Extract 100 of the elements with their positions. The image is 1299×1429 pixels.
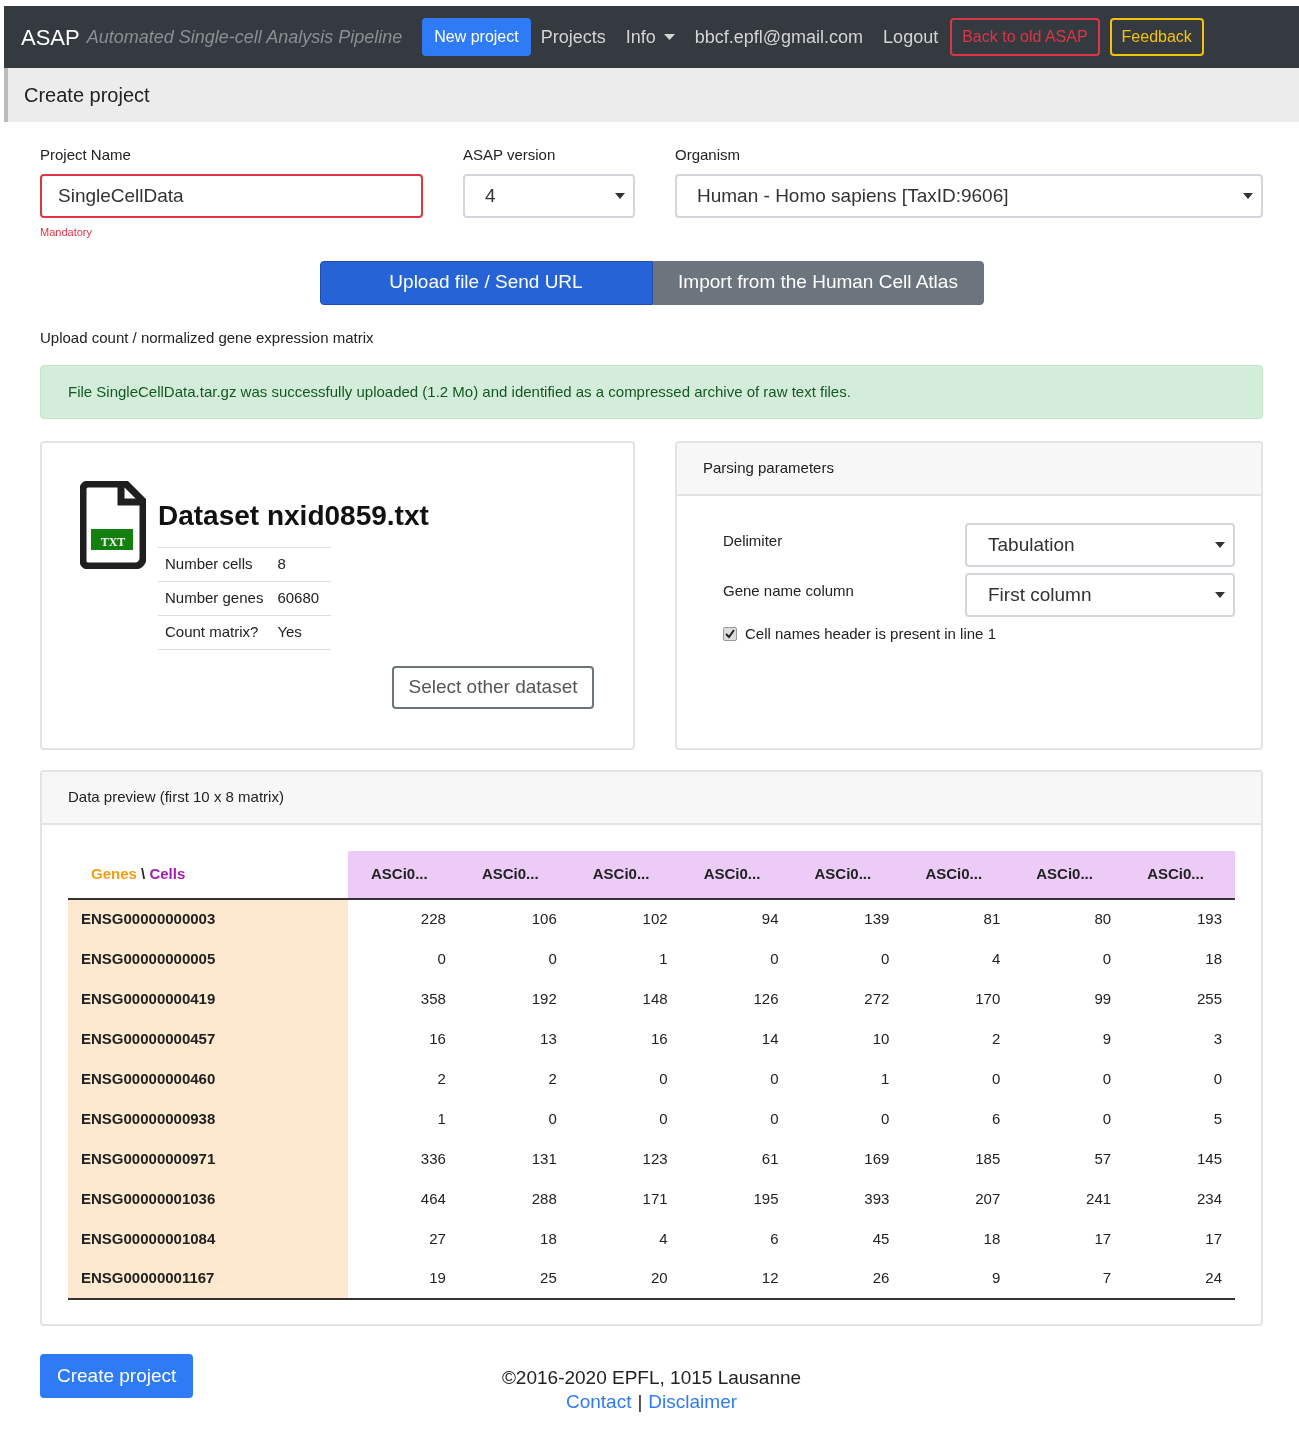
- table-cell: 336: [348, 1139, 459, 1179]
- caret-icon: [1243, 192, 1253, 200]
- column-header: ASCi0...: [902, 851, 1014, 899]
- table-cell-text: 99: [1093, 988, 1113, 1009]
- header-checkbox[interactable]: [723, 627, 737, 642]
- stat-label: Count matrix?: [158, 615, 278, 650]
- table-cell: 16: [348, 1019, 459, 1059]
- table-cell-text: 288: [530, 1188, 558, 1209]
- table-cell-text: 16: [649, 1028, 669, 1049]
- disclaimer-link[interactable]: Disclaimer: [648, 1390, 738, 1414]
- table-cell-text: 0: [547, 1108, 558, 1129]
- table-cell-text: 2: [547, 1068, 558, 1089]
- table-cell-text: 17: [1204, 1228, 1223, 1249]
- table-cell-text: 13: [539, 1028, 558, 1049]
- table-cell-text: 126: [752, 988, 780, 1009]
- table-cell: 193: [1124, 899, 1235, 939]
- param-select[interactable]: First column: [965, 573, 1235, 617]
- table-cell-text: 393: [863, 1188, 891, 1209]
- table-cell-text: 0: [769, 1068, 780, 1089]
- table-cell: 358: [348, 979, 459, 1019]
- organism-select[interactable]: Human - Homo sapiens [TaxID:9606]: [675, 174, 1263, 218]
- table-cell-text: 0: [658, 1068, 669, 1089]
- link-separator: |: [637, 1390, 643, 1414]
- project-name-field[interactable]: SingleCellData: [40, 174, 423, 218]
- source-tab[interactable]: Import from the Human Cell Atlas: [652, 260, 984, 305]
- table-cell-text: 272: [863, 988, 891, 1009]
- upload-label: Upload count / normalized gene expression matrix: [40, 327, 375, 348]
- page-title: Create project: [24, 83, 150, 108]
- table-cell-text: 0: [1101, 1108, 1113, 1129]
- table-cell-text: 18: [982, 1228, 1002, 1249]
- table-cell-text: 123: [641, 1148, 669, 1169]
- table-cell: 27: [348, 1219, 459, 1259]
- stat-value: Yes: [277, 615, 332, 650]
- check-icon: [725, 629, 735, 640]
- table-cell: 106: [458, 899, 570, 939]
- table-cell-text: 255: [1195, 988, 1223, 1009]
- column-header: ASCi0...: [791, 851, 903, 899]
- table-cell-text: 1: [658, 948, 669, 969]
- table-cell-text: 241: [1085, 1188, 1113, 1209]
- stat-value: 60680: [277, 581, 332, 616]
- gene-cell: ENSG00000000971: [68, 1139, 348, 1179]
- gene-cell: ENSG00000000460: [68, 1059, 348, 1099]
- table-cell-text: 195: [752, 1188, 780, 1209]
- table-cell-text: 0: [658, 1108, 669, 1129]
- table-cell: 0: [348, 939, 459, 979]
- table-cell: 12: [680, 1259, 792, 1299]
- create-project-button[interactable]: Create project: [40, 1354, 194, 1398]
- table-cell: 7: [1013, 1259, 1125, 1299]
- new-project-button[interactable]: New project: [422, 18, 531, 56]
- nav-link[interactable]: Projects: [530, 23, 616, 51]
- table-cell-text: 207: [974, 1188, 1002, 1209]
- table-cell-text: 192: [530, 988, 558, 1009]
- column-header: ASCi0...: [458, 851, 570, 899]
- caret-icon: [615, 192, 625, 200]
- table-cell-text: 9: [1101, 1028, 1113, 1049]
- nav-link[interactable]: Logout: [873, 23, 949, 51]
- contact-link[interactable]: Contact: [565, 1390, 632, 1414]
- feedback-button[interactable]: Feedback: [1109, 18, 1204, 56]
- separator-text: \: [141, 865, 146, 883]
- table-cell-text: 61: [760, 1148, 780, 1169]
- select-dataset-button[interactable]: Select other dataset: [392, 666, 594, 709]
- table-cell-text: 5: [1212, 1108, 1223, 1129]
- table-cell-text: 6: [769, 1228, 780, 1249]
- table-cell-text: 10: [871, 1028, 891, 1049]
- table-cell-text: 4: [990, 948, 1002, 969]
- source-tab[interactable]: Upload file / Send URL: [319, 260, 653, 305]
- table-cell-text: 148: [641, 988, 669, 1009]
- table-cell-text: 169: [863, 1148, 891, 1169]
- table-cell: 102: [569, 899, 681, 939]
- table-cell: 94: [680, 899, 792, 939]
- version-select[interactable]: 4: [463, 174, 635, 218]
- info-dropdown[interactable]: Info: [615, 23, 685, 51]
- table-cell-text: 18: [1204, 948, 1223, 969]
- table-cell: 19: [348, 1259, 459, 1299]
- caret-icon: [1215, 541, 1225, 549]
- table-cell: 24: [1124, 1259, 1235, 1299]
- gene-cell: ENSG00000000419: [68, 979, 348, 1019]
- table-cell-text: 45: [871, 1228, 891, 1249]
- table-cell-text: 0: [1101, 1068, 1113, 1089]
- genes-label: Genes: [91, 865, 137, 883]
- nav-link[interactable]: bbcf.epfl@gmail.com: [684, 23, 874, 51]
- column-header: ASCi0...: [680, 851, 792, 899]
- table-cell-text: 6: [990, 1108, 1002, 1129]
- param-select[interactable]: Tabulation: [965, 523, 1235, 567]
- column-header: ASCi0...: [348, 851, 459, 899]
- caret-icon: [1215, 591, 1225, 599]
- gene-cell: ENSG00000000938: [68, 1099, 348, 1139]
- gene-cell: ENSG00000001036: [68, 1179, 348, 1219]
- table-cell-text: 57: [1093, 1148, 1113, 1169]
- column-header: ASCi0...: [1013, 851, 1125, 899]
- table-cell-text: 234: [1195, 1188, 1223, 1209]
- table-cell: 9: [902, 1259, 1014, 1299]
- field-label: ASAP version: [463, 145, 557, 165]
- card-title: Data preview (first 10 x 8 matrix): [68, 787, 284, 808]
- gene-cell: ENSG00000000003: [68, 899, 348, 939]
- table-cell-text: 18: [539, 1228, 558, 1249]
- table-cell: 2: [348, 1059, 459, 1099]
- table-cell-text: 185: [974, 1148, 1002, 1169]
- table-cell: 26: [791, 1259, 903, 1299]
- mandatory-hint: Mandatory: [40, 225, 93, 240]
